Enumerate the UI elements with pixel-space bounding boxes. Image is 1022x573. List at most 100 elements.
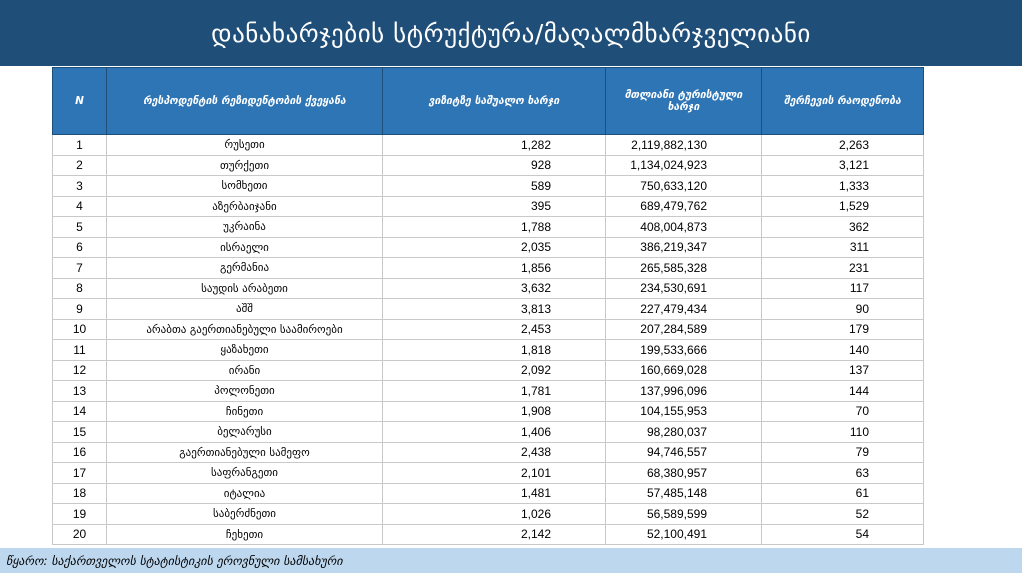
total-spend-cell: 1,134,024,923 bbox=[605, 154, 762, 176]
avg-spend-cell: 2,035 bbox=[382, 236, 606, 258]
table-row: 12 ირანი 2,092 160,669,028 137 bbox=[52, 359, 924, 381]
avg-spend-cell: 1,818 bbox=[382, 339, 606, 361]
table-row: 4 აზერბაიჯანი 395 689,479,762 1,529 bbox=[52, 195, 924, 217]
sample-size-cell: 137 bbox=[761, 359, 924, 381]
table-row: 11 ყაზახეთი 1,818 199,533,666 140 bbox=[52, 339, 924, 361]
sample-size-cell: 110 bbox=[761, 421, 924, 443]
row-number: 16 bbox=[52, 441, 107, 463]
table-row: 10 არაბთა გაერთიანებული საამიროები 2,453 20… bbox=[52, 318, 924, 340]
avg-spend-cell: 928 bbox=[382, 154, 606, 176]
total-spend-cell: 265,585,328 bbox=[605, 257, 762, 279]
country-cell: საუდის არაბეთი bbox=[106, 277, 383, 299]
country-cell: გაერთიანებული სამეფო bbox=[106, 441, 383, 463]
total-spend-cell: 52,100,491 bbox=[605, 523, 762, 545]
table-row: 2 თურქეთი 928 1,134,024,923 3,121 bbox=[52, 154, 924, 176]
row-number: 5 bbox=[52, 216, 107, 238]
row-number: 2 bbox=[52, 154, 107, 176]
avg-spend-cell: 3,813 bbox=[382, 298, 606, 320]
row-number: 4 bbox=[52, 195, 107, 217]
avg-spend-cell: 3,632 bbox=[382, 277, 606, 299]
sample-size-cell: 2,263 bbox=[761, 134, 924, 156]
table-row: 17 საფრანგეთი 2,101 68,380,957 63 bbox=[52, 462, 924, 484]
avg-spend-cell: 1,026 bbox=[382, 503, 606, 525]
total-spend-cell: 137,996,096 bbox=[605, 380, 762, 402]
sample-size-cell: 144 bbox=[761, 380, 924, 402]
avg-spend-cell: 1,406 bbox=[382, 421, 606, 443]
country-cell: ყაზახეთი bbox=[106, 339, 383, 361]
total-spend-cell: 234,530,691 bbox=[605, 277, 762, 299]
source-note: წყარო: საქართველოს სტატისტიკის ეროვნული … bbox=[6, 553, 343, 568]
total-spend-cell: 98,280,037 bbox=[605, 421, 762, 443]
table-row: 13 პოლონეთი 1,781 137,996,096 144 bbox=[52, 380, 924, 402]
country-cell: აშშ bbox=[106, 298, 383, 320]
sample-size-cell: 61 bbox=[761, 482, 924, 504]
row-number: 14 bbox=[52, 400, 107, 422]
row-number: 20 bbox=[52, 523, 107, 545]
total-spend-cell: 386,219,347 bbox=[605, 236, 762, 258]
table-row: 5 უკრაინა 1,788 408,004,873 362 bbox=[52, 216, 924, 238]
avg-spend-cell: 2,142 bbox=[382, 523, 606, 545]
row-number: 12 bbox=[52, 359, 107, 381]
country-cell: იტალია bbox=[106, 482, 383, 504]
total-spend-cell: 2,119,882,130 bbox=[605, 134, 762, 156]
row-number: 1 bbox=[52, 134, 107, 156]
header-country: რესპოდენტის რეზიდენტობის ქვეყანა bbox=[106, 67, 383, 135]
country-cell: პოლონეთი bbox=[106, 380, 383, 402]
row-number: 11 bbox=[52, 339, 107, 361]
table-row: 14 ჩინეთი 1,908 104,155,953 70 bbox=[52, 400, 924, 422]
table-row: 16 გაერთიანებული სამეფო 2,438 94,746,557 79 bbox=[52, 441, 924, 463]
country-cell: სომხეთი bbox=[106, 175, 383, 197]
table-row: 3 სომხეთი 589 750,633,120 1,333 bbox=[52, 175, 924, 197]
avg-spend-cell: 2,438 bbox=[382, 441, 606, 463]
sample-size-cell: 1,529 bbox=[761, 195, 924, 217]
country-cell: აზერბაიჯანი bbox=[106, 195, 383, 217]
row-number: 6 bbox=[52, 236, 107, 258]
sample-size-cell: 52 bbox=[761, 503, 924, 525]
total-spend-cell: 104,155,953 bbox=[605, 400, 762, 422]
avg-spend-cell: 1,481 bbox=[382, 482, 606, 504]
country-cell: ჩინეთი bbox=[106, 400, 383, 422]
total-spend-cell: 57,485,148 bbox=[605, 482, 762, 504]
avg-spend-cell: 1,781 bbox=[382, 380, 606, 402]
sample-size-cell: 54 bbox=[761, 523, 924, 545]
avg-spend-cell: 2,101 bbox=[382, 462, 606, 484]
total-spend-cell: 408,004,873 bbox=[605, 216, 762, 238]
total-spend-cell: 160,669,028 bbox=[605, 359, 762, 381]
total-spend-cell: 199,533,666 bbox=[605, 339, 762, 361]
sample-size-cell: 1,333 bbox=[761, 175, 924, 197]
country-cell: ბელარუსი bbox=[106, 421, 383, 443]
header-n: N bbox=[52, 67, 107, 135]
total-spend-cell: 94,746,557 bbox=[605, 441, 762, 463]
total-spend-cell: 227,479,434 bbox=[605, 298, 762, 320]
table-row: 20 ჩეხეთი 2,142 52,100,491 54 bbox=[52, 523, 924, 545]
header-total-spend: მთლიანი ტურისტული ხარჯი bbox=[605, 67, 762, 135]
avg-spend-cell: 1,282 bbox=[382, 134, 606, 156]
row-number: 10 bbox=[52, 318, 107, 340]
country-cell: საფრანგეთი bbox=[106, 462, 383, 484]
avg-spend-cell: 2,092 bbox=[382, 359, 606, 381]
country-cell: ჩეხეთი bbox=[106, 523, 383, 545]
table-row: 8 საუდის არაბეთი 3,632 234,530,691 117 bbox=[52, 277, 924, 299]
country-cell: რუსეთი bbox=[106, 134, 383, 156]
sample-size-cell: 63 bbox=[761, 462, 924, 484]
spending-table: N რესპოდენტის რეზიდენტობის ქვეყანა ვიზიტ… bbox=[52, 67, 924, 545]
country-cell: არაბთა გაერთიანებული საამიროები bbox=[106, 318, 383, 340]
row-number: 7 bbox=[52, 257, 107, 279]
sample-size-cell: 3,121 bbox=[761, 154, 924, 176]
row-number: 9 bbox=[52, 298, 107, 320]
table-row: 9 აშშ 3,813 227,479,434 90 bbox=[52, 298, 924, 320]
sample-size-cell: 79 bbox=[761, 441, 924, 463]
table-body: 1 რუსეთი 1,282 2,119,882,130 2,263 2 თურქეთი 92… bbox=[52, 134, 924, 545]
row-number: 19 bbox=[52, 503, 107, 525]
header-avg-spend: ვიზიტზე საშუალო ხარჯი bbox=[382, 67, 606, 135]
table-row: 19 საბერძნეთი 1,026 56,589,599 52 bbox=[52, 503, 924, 525]
avg-spend-cell: 589 bbox=[382, 175, 606, 197]
total-spend-cell: 207,284,589 bbox=[605, 318, 762, 340]
row-number: 15 bbox=[52, 421, 107, 443]
row-number: 13 bbox=[52, 380, 107, 402]
title-bar: დანახარჯების სტრუქტურა/მაღალმხარჯველიანი bbox=[0, 0, 1022, 66]
sample-size-cell: 179 bbox=[761, 318, 924, 340]
table-row: 1 რუსეთი 1,282 2,119,882,130 2,263 bbox=[52, 134, 924, 156]
total-spend-cell: 56,589,599 bbox=[605, 503, 762, 525]
sample-size-cell: 117 bbox=[761, 277, 924, 299]
